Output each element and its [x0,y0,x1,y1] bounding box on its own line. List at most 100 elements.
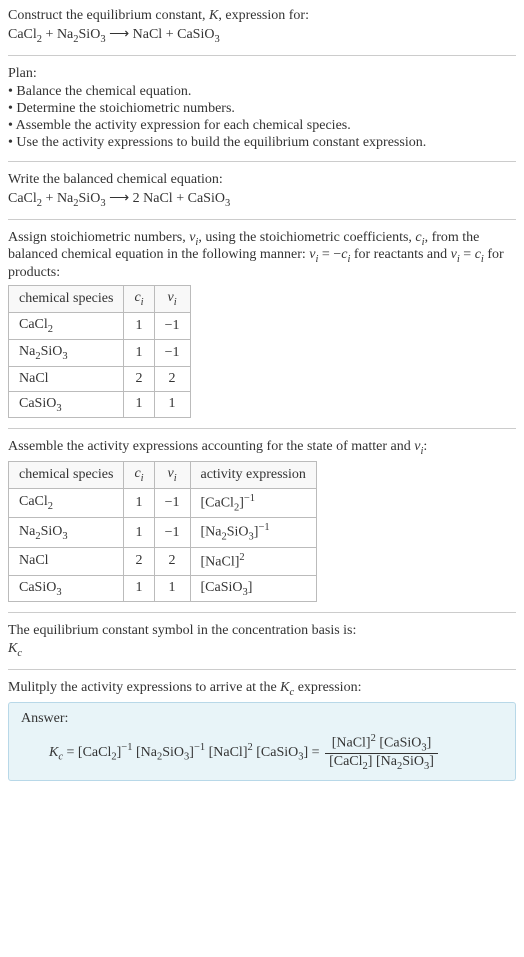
multiply-text: Mulitply the activity expressions to arr… [8,680,516,698]
table-row: NaCl 2 2 [9,366,191,391]
kc-k: K [8,641,17,656]
cell-activity: [CaCl2]−1 [190,488,316,517]
col-species: chemical species [9,462,124,489]
species-na2sio3-b: SiO [79,191,101,206]
answer-label: Answer: [21,711,503,727]
plan-item: • Use the activity expressions to build … [8,135,516,151]
title-prefix: Construct the equilibrium constant, [8,8,209,23]
species-nacl: NaCl [133,27,163,42]
coef-nacl: 2 [133,191,144,206]
eqconst-symbol: Kc [8,641,516,659]
species-casio3-a: CaSiO [188,191,225,206]
cell-species: CaCl2 [9,312,124,339]
header-section: Construct the equilibrium constant, K, e… [8,8,516,45]
plan-section: Plan: • Balance the chemical equation. •… [8,66,516,151]
cell-nu: −1 [154,339,190,366]
kc-c: c [17,648,22,659]
col-activity: activity expression [190,462,316,489]
cell-nu: −1 [154,488,190,517]
cell-species: Na2SiO3 [9,518,124,547]
cell-species: CaCl2 [9,488,124,517]
cell-species: NaCl [9,366,124,391]
multiply-text-a: Mulitply the activity expressions to arr… [8,680,280,695]
plus-1: + [42,27,57,42]
cell-species: Na2SiO3 [9,339,124,366]
table-row: CaCl2 1 −1 [CaCl2]−1 [9,488,317,517]
title-line: Construct the equilibrium constant, K, e… [8,8,516,24]
cell-c: 1 [124,575,154,602]
activity-text: Assemble the activity expressions accoun… [8,439,516,457]
cell-activity: [CaSiO3] [190,575,316,602]
multiply-text-b: expression: [294,680,361,695]
cell-nu: 1 [154,575,190,602]
title-suffix: , expression for: [218,8,309,23]
cell-nu: 2 [154,547,190,575]
stoich-text-a: Assign stoichiometric numbers, [8,230,189,245]
answer-box: Answer: Kc = [CaCl2]−1 [Na2SiO3]−1 [NaCl… [8,702,516,781]
eq: = [63,745,78,760]
stoich-text-b: , using the stoichiometric coefficients, [198,230,415,245]
table-header-row: chemical species ci νi activity expressi… [9,462,317,489]
plus-2: + [162,27,177,42]
species-na2sio3-a: Na [57,191,73,206]
kc-k: K [49,745,58,760]
plan-item: • Balance the chemical equation. [8,84,516,100]
cell-nu: 1 [154,391,190,418]
cell-nu: −1 [154,518,190,547]
arrow: ⟶ [106,191,133,206]
cell-c: 2 [124,366,154,391]
eq-neg: = − [318,247,341,262]
species-na2sio3-a: Na [57,27,73,42]
eq-pos: = [460,247,475,262]
plus-1: + [42,191,57,206]
divider [8,669,516,670]
divider [8,612,516,613]
divider [8,428,516,429]
title-var: K [209,8,218,23]
activity-section: Assemble the activity expressions accoun… [8,439,516,602]
divider [8,219,516,220]
table-header-row: chemical species ci νi [9,286,191,313]
activity-text-b: : [423,439,427,454]
plan-list: • Balance the chemical equation. • Deter… [8,84,516,151]
table-row: CaSiO3 1 1 [9,391,191,418]
plan-item: • Assemble the activity expression for e… [8,118,516,134]
multiply-section: Mulitply the activity expressions to arr… [8,680,516,698]
species-cacl2-a: CaCl [8,191,37,206]
cell-nu: 2 [154,366,190,391]
table-row: CaSiO3 1 1 [CaSiO3] [9,575,317,602]
eqconst-section: The equilibrium constant symbol in the c… [8,623,516,659]
unbalanced-equation: CaCl2 + Na2SiO3 ⟶ NaCl + CaSiO3 [8,26,516,45]
col-nu: νi [154,462,190,489]
activity-table: chemical species ci νi activity expressi… [8,461,317,602]
cell-species: NaCl [9,547,124,575]
species-na2sio3-b: SiO [79,27,101,42]
stoich-section: Assign stoichiometric numbers, νi , using… [8,230,516,419]
balanced-title: Write the balanced chemical equation: [8,172,516,188]
species-nacl: NaCl [143,191,173,206]
balanced-equation: CaCl2 + Na2SiO3 ⟶ 2 NaCl + CaSiO3 [8,190,516,209]
cell-species: CaSiO3 [9,575,124,602]
fraction: [NaCl]2 [CaSiO3][CaCl2] [Na2SiO3] [325,733,438,772]
species-casio3-a: CaSiO [177,27,214,42]
eq2: = [308,745,323,760]
table-row: NaCl 2 2 [NaCl]2 [9,547,317,575]
col-species: chemical species [9,286,124,313]
table-row: CaCl2 1 −1 [9,312,191,339]
col-nu: νi [154,286,190,313]
species-casio3-sub: 3 [225,198,230,209]
cell-c: 1 [124,391,154,418]
cell-activity: [Na2SiO3]−1 [190,518,316,547]
col-ci: ci [124,286,154,313]
plus-2: + [173,191,188,206]
balanced-section: Write the balanced chemical equation: Ca… [8,172,516,209]
numerator: [NaCl]2 [CaSiO3] [325,733,438,754]
species-cacl2-a: CaCl [8,27,37,42]
plan-title: Plan: [8,66,516,82]
cell-c: 1 [124,339,154,366]
activity-text-a: Assemble the activity expressions accoun… [8,439,414,454]
cell-c: 1 [124,312,154,339]
eqconst-text: The equilibrium constant symbol in the c… [8,623,516,639]
species-casio3-sub: 3 [214,34,219,45]
cell-species: CaSiO3 [9,391,124,418]
